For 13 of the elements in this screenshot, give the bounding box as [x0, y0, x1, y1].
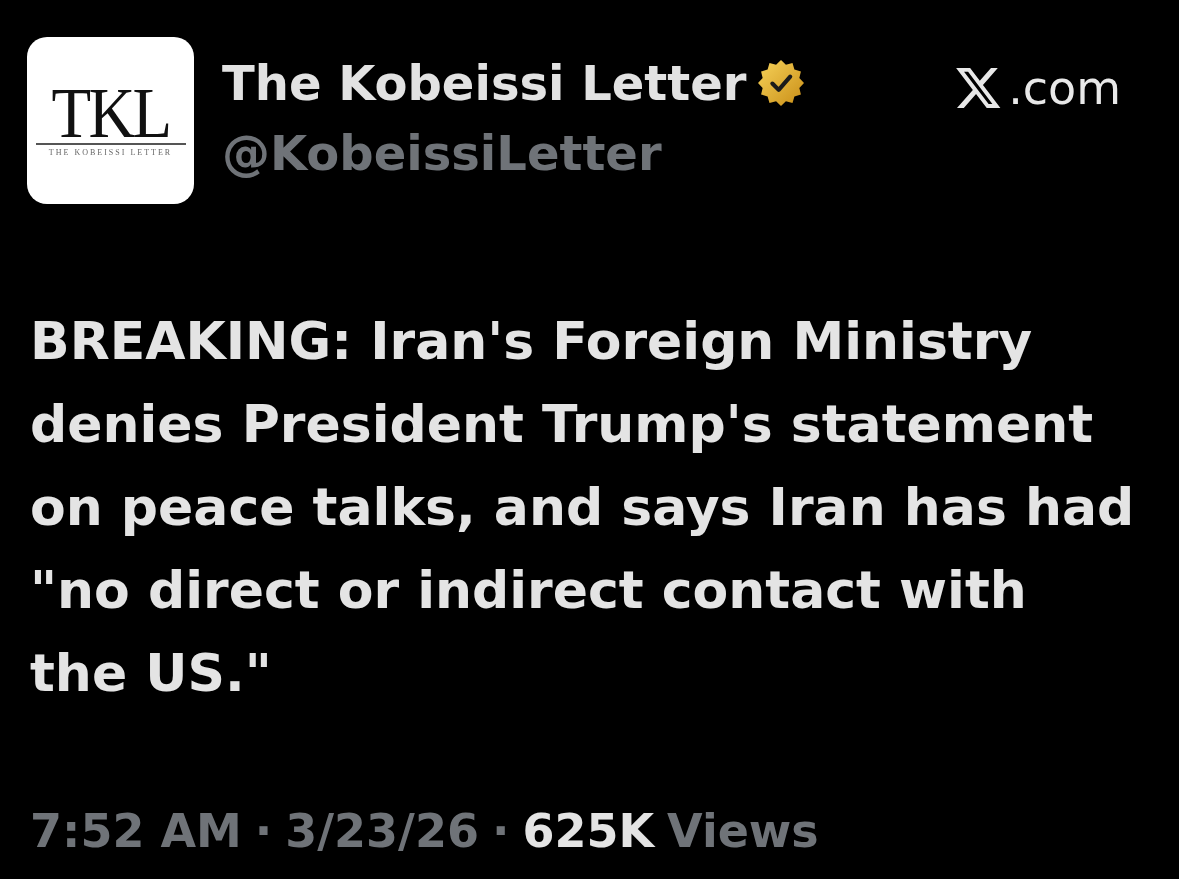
logo-monogram: TKL — [51, 85, 170, 141]
post-date: 3/23/26 — [285, 803, 479, 860]
post-text: BREAKING: Iran's Foreign Ministry denies President Trump's statement on peace talks, and says Iran has had "no direct or indirect contact with the US." — [29, 310, 1136, 705]
source-domain: .com — [1008, 60, 1121, 117]
logo-wordmark: THE KOBEISSI LETTER — [48, 148, 173, 158]
account-name: The Kobeissi Letter — [222, 54, 747, 112]
x-logo-icon — [956, 67, 1003, 109]
separator-dot: · — [254, 803, 273, 860]
view-count: 625K — [522, 803, 655, 860]
views-label: Views — [667, 803, 819, 860]
separator-dot: · — [491, 803, 510, 860]
account-handle: @KobeissiLetter — [222, 124, 663, 182]
post-time: 7:52 AM — [30, 803, 242, 860]
